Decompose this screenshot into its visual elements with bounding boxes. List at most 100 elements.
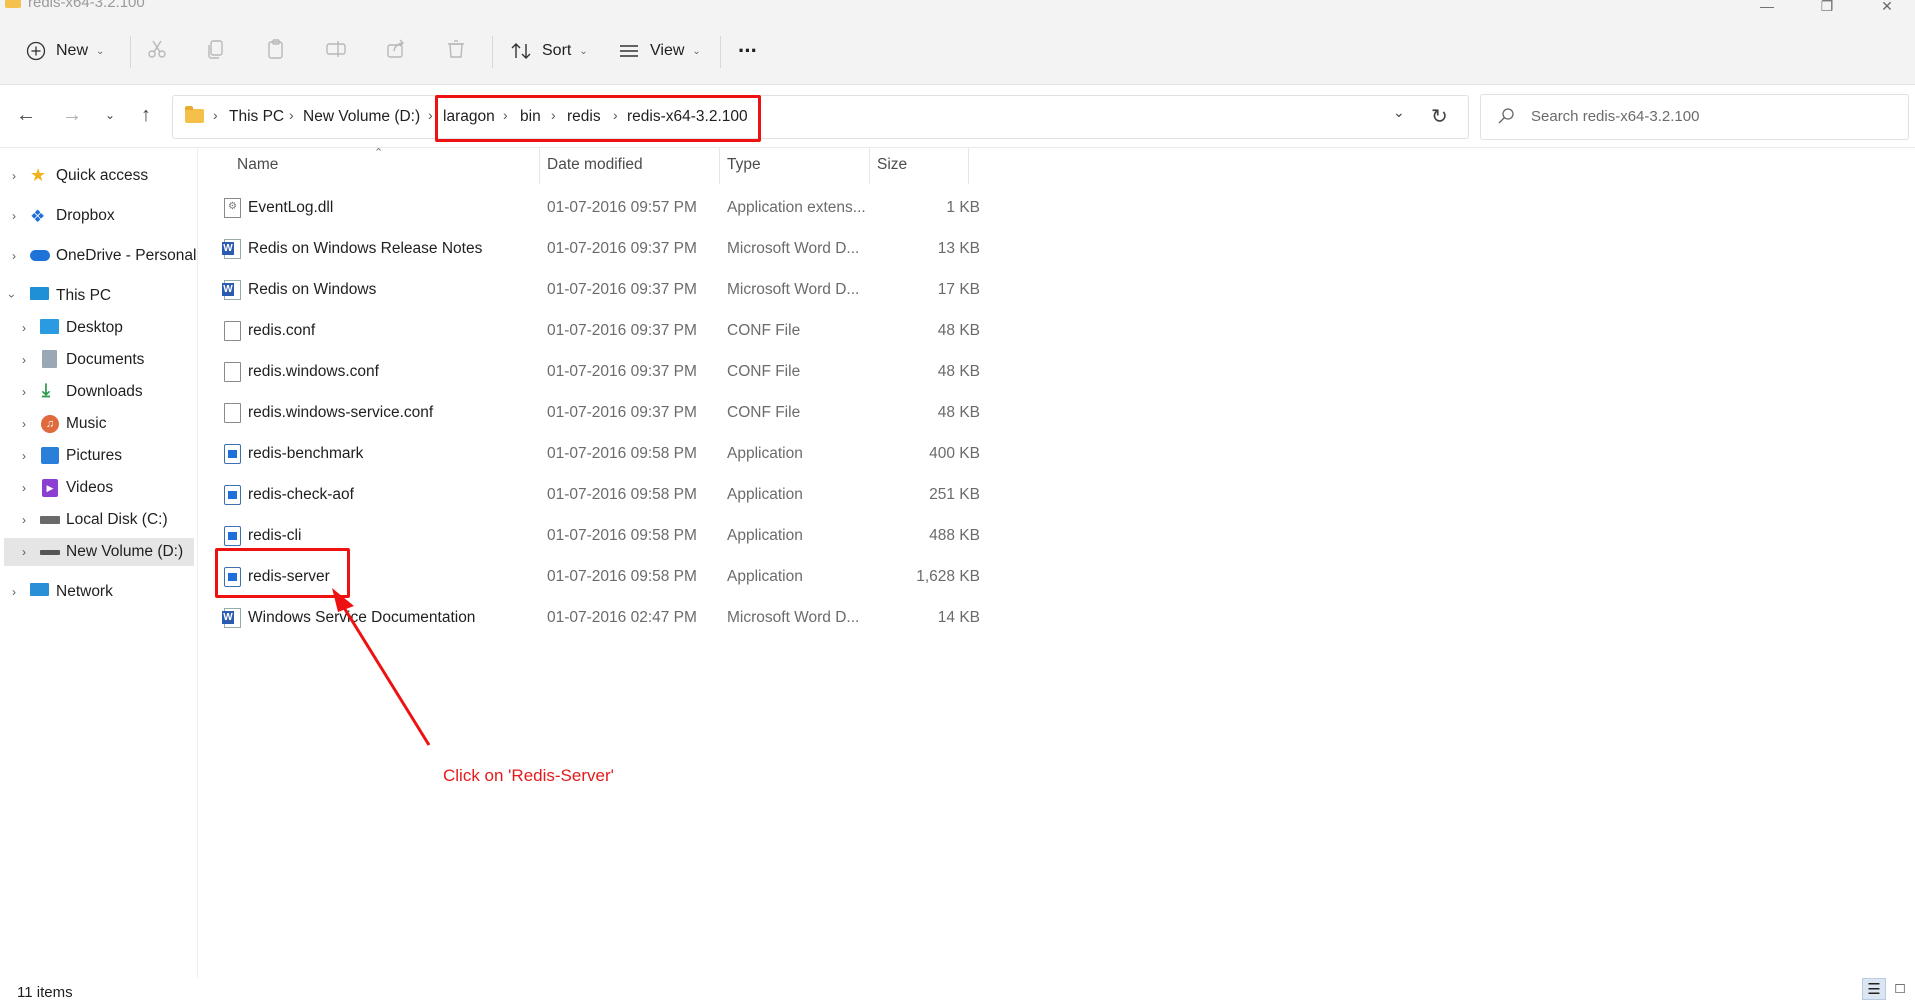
- sort-ascending-icon: ⌃: [374, 147, 384, 159]
- nav-item-pictures[interactable]: › Pictures: [0, 442, 197, 470]
- details-view-icon[interactable]: ☰: [1862, 978, 1886, 1000]
- more-options-button[interactable]: ···: [738, 36, 758, 66]
- expand-chevron-icon[interactable]: ›: [22, 353, 26, 367]
- file-row[interactable]: Redis on Windows Release Notes 01-07-201…: [220, 229, 980, 269]
- column-divider[interactable]: [539, 148, 540, 184]
- file-row[interactable]: redis.conf 01-07-2016 09:37 PM CONF File…: [220, 311, 980, 351]
- search-input[interactable]: Search redis-x64-3.2.100: [1480, 94, 1909, 140]
- collapse-chevron-icon[interactable]: ›: [5, 294, 19, 298]
- recent-locations-chevron-icon[interactable]: ⌄: [98, 101, 122, 129]
- file-row[interactable]: EventLog.dll 01-07-2016 09:57 PM Applica…: [220, 188, 980, 228]
- file-row[interactable]: Redis on Windows 01-07-2016 09:37 PM Mic…: [220, 270, 980, 310]
- nav-label: Quick access: [56, 167, 149, 184]
- nav-item-onedrive[interactable]: › OneDrive - Personal: [0, 242, 197, 270]
- file-type: CONF File: [727, 404, 801, 421]
- nav-item-desktop[interactable]: › Desktop: [0, 314, 197, 342]
- nav-item-network[interactable]: › Network: [0, 578, 197, 606]
- file-row[interactable]: redis.windows-service.conf 01-07-2016 09…: [220, 393, 980, 433]
- delete-icon[interactable]: [443, 38, 469, 64]
- nav-item-local-disk-c[interactable]: › Local Disk (C:): [0, 506, 197, 534]
- expand-chevron-icon[interactable]: ›: [22, 545, 26, 559]
- divider: [130, 36, 131, 68]
- file-type: Application: [727, 486, 803, 503]
- share-icon[interactable]: [383, 38, 409, 64]
- file-date: 01-07-2016 09:37 PM: [547, 363, 697, 380]
- large-icons-view-icon[interactable]: □: [1888, 978, 1912, 1000]
- cut-icon[interactable]: [144, 38, 170, 64]
- column-header-type[interactable]: Type: [727, 156, 761, 174]
- file-type: Application: [727, 568, 803, 585]
- drive-icon: [40, 550, 60, 555]
- column-header-size[interactable]: Size: [877, 156, 907, 174]
- expand-chevron-icon[interactable]: ›: [22, 385, 26, 399]
- file-type: Application extens...: [727, 199, 866, 216]
- file-row[interactable]: redis-check-aof 01-07-2016 09:58 PM Appl…: [220, 475, 980, 515]
- sort-button[interactable]: Sort ⌄: [510, 36, 588, 66]
- file-name: redis.conf: [248, 322, 316, 339]
- file-date: 01-07-2016 09:37 PM: [547, 240, 697, 257]
- expand-chevron-icon[interactable]: ›: [12, 169, 16, 183]
- view-button[interactable]: View ⌄: [618, 36, 701, 66]
- breadcrumb-chevron-icon: ›: [289, 107, 294, 123]
- breadcrumb-highlight-box: [435, 95, 761, 142]
- nav-item-music[interactable]: › ♫ Music: [0, 410, 197, 438]
- view-list-icon: [620, 45, 638, 57]
- nav-label: Music: [66, 415, 107, 432]
- search-icon: [1498, 108, 1514, 124]
- file-date: 01-07-2016 09:57 PM: [547, 199, 697, 216]
- column-divider[interactable]: [869, 148, 870, 184]
- file-type: Application: [727, 527, 803, 544]
- address-bar[interactable]: › This PC › New Volume (D:) › laragon › …: [172, 95, 1469, 139]
- file-size: 48 KB: [937, 322, 980, 339]
- nav-label: This PC: [56, 287, 112, 304]
- app-icon: [224, 485, 241, 505]
- rename-icon[interactable]: [323, 38, 349, 64]
- breadcrumb-this-pc[interactable]: This PC: [229, 108, 284, 126]
- file-date: 01-07-2016 09:37 PM: [547, 404, 697, 421]
- close-button[interactable]: ✕: [1872, 0, 1902, 14]
- annotation-arrow-icon: [332, 588, 431, 746]
- new-button[interactable]: New ⌄: [26, 36, 104, 66]
- file-type: Microsoft Word D...: [727, 609, 860, 626]
- breadcrumb-new-volume[interactable]: New Volume (D:): [303, 108, 420, 126]
- nav-item-quick-access[interactable]: › ★ Quick access: [0, 162, 197, 190]
- restore-button[interactable]: ❐: [1812, 0, 1842, 14]
- file-row[interactable]: redis.windows.conf 01-07-2016 09:37 PM C…: [220, 352, 980, 392]
- expand-chevron-icon[interactable]: ›: [22, 321, 26, 335]
- refresh-icon[interactable]: ↻: [1431, 104, 1448, 129]
- back-arrow-icon[interactable]: ←: [14, 101, 38, 129]
- column-header-name[interactable]: Name: [237, 156, 278, 174]
- column-header-date[interactable]: Date modified: [547, 156, 643, 174]
- nav-item-videos[interactable]: › ▶ Videos: [0, 474, 197, 502]
- view-label: View: [650, 42, 685, 59]
- search-placeholder: Search redis-x64-3.2.100: [1531, 108, 1700, 125]
- expand-chevron-icon[interactable]: ›: [22, 417, 26, 431]
- nav-item-dropbox[interactable]: › ❖ Dropbox: [0, 202, 197, 230]
- nav-item-this-pc[interactable]: › This PC: [0, 282, 197, 310]
- nav-item-documents[interactable]: › Documents: [0, 346, 197, 374]
- expand-chevron-icon[interactable]: ›: [12, 585, 16, 599]
- nav-label: Downloads: [66, 383, 143, 400]
- folder-icon: [5, 0, 21, 8]
- up-arrow-icon[interactable]: ↑: [134, 101, 158, 129]
- file-row[interactable]: redis-benchmark 01-07-2016 09:58 PM Appl…: [220, 434, 980, 474]
- file-name: redis-check-aof: [248, 486, 354, 503]
- new-label: New: [56, 42, 89, 59]
- expand-chevron-icon[interactable]: ›: [12, 249, 16, 263]
- expand-chevron-icon[interactable]: ›: [12, 209, 16, 223]
- nav-item-new-volume-d[interactable]: › New Volume (D:): [4, 538, 194, 566]
- file-icon: [224, 321, 241, 341]
- address-history-chevron-icon[interactable]: ⌄: [1393, 104, 1405, 121]
- column-divider[interactable]: [719, 148, 720, 184]
- chevron-down-icon: ⌄: [692, 45, 701, 57]
- expand-chevron-icon[interactable]: ›: [22, 481, 26, 495]
- column-divider[interactable]: [968, 148, 969, 184]
- copy-icon[interactable]: [203, 38, 229, 64]
- nav-item-downloads[interactable]: › ⤓ Downloads: [0, 378, 197, 406]
- expand-chevron-icon[interactable]: ›: [22, 449, 26, 463]
- forward-arrow-icon[interactable]: →: [60, 101, 84, 129]
- expand-chevron-icon[interactable]: ›: [22, 513, 26, 527]
- minimize-button[interactable]: —: [1752, 0, 1782, 14]
- paste-icon[interactable]: [263, 38, 289, 64]
- file-name: redis-cli: [248, 527, 302, 544]
